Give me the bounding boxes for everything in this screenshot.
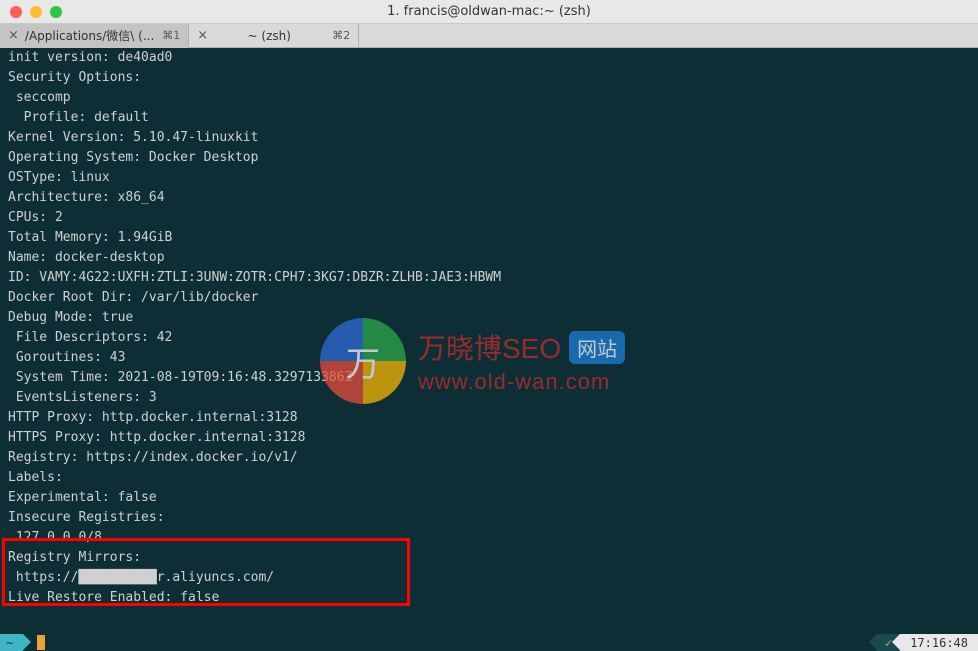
tab-label: ~ (zsh) — [214, 29, 324, 43]
tab-close-icon[interactable]: × — [197, 28, 208, 43]
tab-label: /Applications/微信\ (... — [25, 27, 154, 44]
terminal-output[interactable]: init version: de40ad0Security Options: s… — [0, 48, 978, 634]
tab-shortcut: ⌘1 — [162, 29, 180, 42]
terminal-line: Docker Root Dir: /var/lib/docker — [8, 288, 970, 308]
terminal-cursor — [37, 635, 45, 650]
close-window-button[interactable] — [10, 6, 22, 18]
check-icon: ✓ — [885, 636, 892, 650]
status-prompt-segment: ~ — [0, 634, 23, 651]
terminal-line: Security Options: — [8, 68, 970, 88]
maximize-window-button[interactable] — [50, 6, 62, 18]
terminal-line: CPUs: 2 — [8, 208, 970, 228]
terminal-line: Total Memory: 1.94GiB — [8, 228, 970, 248]
terminal-line: Insecure Registries: — [8, 508, 970, 528]
window-titlebar: 1. francis@oldwan-mac:~ (zsh) — [0, 0, 978, 24]
terminal-line: HTTPS Proxy: http.docker.internal:3128 — [8, 428, 970, 448]
minimize-window-button[interactable] — [30, 6, 42, 18]
terminal-line: init version: de40ad0 — [8, 48, 970, 68]
terminal-line: Kernel Version: 5.10.47-linuxkit — [8, 128, 970, 148]
terminal-line: OSType: linux — [8, 168, 970, 188]
status-bar: ~ ✓ 17:16:48 — [0, 634, 978, 651]
terminal-line: ID: VAMY:4G22:UXFH:ZTLI:3UNW:ZOTR:CPH7:3… — [8, 268, 970, 288]
tab-close-icon[interactable]: × — [8, 28, 19, 43]
window-title: 1. francis@oldwan-mac:~ (zsh) — [0, 4, 978, 19]
terminal-line: https://██████████r.aliyuncs.com/ — [8, 568, 970, 588]
traffic-lights — [10, 6, 62, 18]
tab-bar: × /Applications/微信\ (... ⌘1 × ~ (zsh) ⌘2 — [0, 24, 978, 48]
terminal-line: Registry: https://index.docker.io/v1/ — [8, 448, 970, 468]
terminal-line: File Descriptors: 42 — [8, 328, 970, 348]
terminal-line: System Time: 2021-08-19T09:16:48.3297133… — [8, 368, 970, 388]
terminal-line: Registry Mirrors: — [8, 548, 970, 568]
tab-shortcut: ⌘2 — [332, 29, 350, 42]
terminal-line: HTTP Proxy: http.docker.internal:3128 — [8, 408, 970, 428]
terminal-line: Name: docker-desktop — [8, 248, 970, 268]
terminal-line: Goroutines: 43 — [8, 348, 970, 368]
tab-2[interactable]: × ~ (zsh) ⌘2 — [189, 24, 359, 48]
terminal-line: Experimental: false — [8, 488, 970, 508]
terminal-line: Architecture: x86_64 — [8, 188, 970, 208]
terminal-line: EventsListeners: 3 — [8, 388, 970, 408]
terminal-line: Debug Mode: true — [8, 308, 970, 328]
terminal-line: seccomp — [8, 88, 970, 108]
status-prompt: ~ — [6, 636, 13, 650]
tab-1[interactable]: × /Applications/微信\ (... ⌘1 — [0, 24, 189, 48]
terminal-line: Labels: — [8, 468, 970, 488]
terminal-line: Live Restore Enabled: false — [8, 588, 970, 608]
terminal-line: Operating System: Docker Desktop — [8, 148, 970, 168]
status-time-segment: 17:16:48 — [900, 634, 978, 651]
status-time: 17:16:48 — [910, 636, 968, 650]
terminal-line: 127.0.0.0/8 — [8, 528, 970, 548]
terminal-line: Profile: default — [8, 108, 970, 128]
